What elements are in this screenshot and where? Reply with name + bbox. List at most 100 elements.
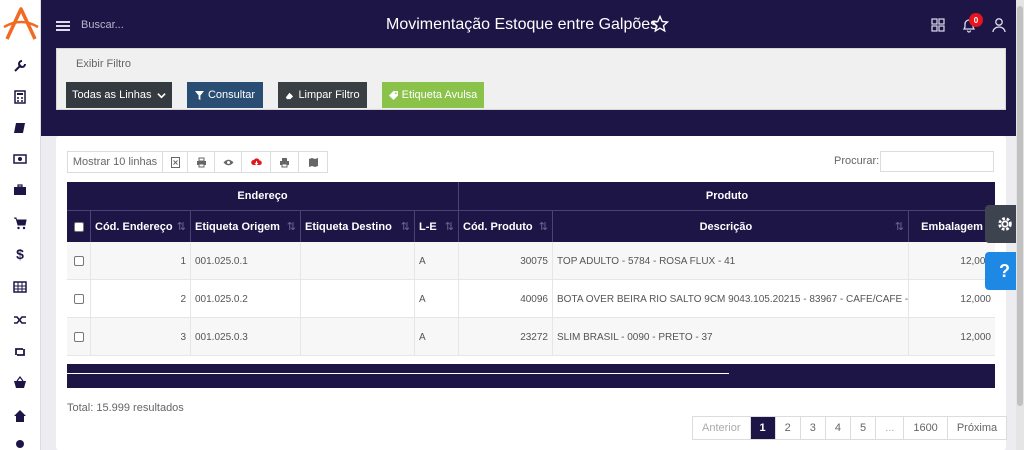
col-header-cod-produto[interactable]: Cód. Produto ⇅ [459,210,553,242]
lines-select[interactable]: Todas as Linhas [66,82,172,108]
sort-icon: ⇅ [538,221,548,233]
row-select-cell [67,280,91,318]
notification-count-badge: 0 [969,13,983,27]
basket-icon[interactable] [10,373,30,393]
cell-etiqueta-destino [301,318,415,356]
apps-grid-icon[interactable] [931,18,945,32]
col-header-etiqueta-destino[interactable]: Etiqueta Destino ⇅ [301,210,415,242]
loose-label-button[interactable]: Etiqueta Avulsa [382,82,484,108]
col-label: L-E [419,220,437,233]
horizontal-scrollbar[interactable] [67,364,995,388]
results-card: Mostrar 10 linhas Procurar: Endereço Pro… [56,136,1008,450]
user-profile-icon[interactable] [991,17,1007,33]
pagination-page[interactable]: 3 [800,417,826,439]
sidebar: $ [0,0,41,450]
col-header-descricao[interactable]: Descrição ⇅ [553,210,909,242]
cell-cod-produto: 23272 [459,318,553,356]
show-filter-toggle[interactable]: Exibir Filtro [76,58,131,70]
clear-filter-label: Limpar Filtro [298,89,360,101]
tag-icon [388,90,398,100]
pagination-next[interactable]: Próxima [947,417,1007,439]
show-rows-button[interactable]: Mostrar 10 linhas [68,152,163,172]
table-row[interactable]: 1 001.025.0.1 A 30075 TOP ADULTO - 5784 … [67,242,995,280]
table-search-input[interactable] [880,151,994,172]
row-select-cell [67,242,91,280]
cell-etiqueta-destino [301,242,415,280]
chevron-down-icon [157,92,166,98]
dollar-icon[interactable]: $ [10,244,30,264]
page-scrollbar-thumb[interactable] [1017,6,1023,406]
page-title: Movimentação Estoque entre Galpões [386,16,659,33]
shuffle-icon[interactable] [10,310,30,330]
global-search-input[interactable] [81,14,271,36]
app-logo[interactable] [3,5,39,43]
cell-le: A [415,318,459,356]
pagination-page[interactable]: 5 [851,417,877,439]
filter-panel: Exibir Filtro Todas as Linhas Consultar … [56,48,1006,110]
cart-icon[interactable] [10,213,30,233]
home-icon[interactable] [10,406,30,426]
pagination-page[interactable]: 2 [775,417,801,439]
table-row[interactable]: 3 001.025.0.3 A 23272 SLIM BRASIL - 0090… [67,318,995,356]
lines-select-value: Todas as Linhas [72,89,152,101]
cell-cod-endereco: 1 [91,242,191,280]
col-label: Cód. Endereço [95,220,173,233]
printer-icon[interactable] [271,152,299,172]
retweet-icon[interactable] [10,342,30,362]
book-icon[interactable] [10,118,30,138]
favorite-star-icon[interactable] [651,15,669,33]
wrench-icon[interactable] [10,56,30,76]
data-table: Endereço Produto Cód. Endereço ⇅ Etiqueta… [67,182,995,372]
col-label: Embalagem [921,220,983,233]
sort-icon: ⇅ [400,221,410,233]
table-row[interactable]: 2 001.025.0.2 A 40096 BOTA OVER BEIRA RI… [67,280,995,318]
table-header: Endereço Produto Cód. Endereço ⇅ Etiqueta… [67,182,995,242]
row-select-cell [67,318,91,356]
map-icon[interactable] [299,152,327,172]
cell-cod-produto: 30075 [459,242,553,280]
col-header-etiqueta-origem[interactable]: Etiqueta Origem ⇅ [191,210,301,242]
consultar-label: Consultar [207,89,256,101]
briefcase-icon[interactable] [10,180,30,200]
horizontal-scrollbar-thumb[interactable] [67,364,729,374]
cell-descricao: TOP ADULTO - 5784 - ROSA FLUX - 41 [553,242,909,280]
sort-icon: ⇅ [894,221,904,233]
col-header-embalagem[interactable]: Embalagem [909,210,995,242]
consultar-button[interactable]: Consultar [187,82,263,108]
pagination-page[interactable]: 1 [750,417,776,439]
clear-filter-button[interactable]: Limpar Filtro [278,82,367,108]
pin-icon[interactable] [10,436,30,450]
eye-icon[interactable] [215,152,242,172]
cell-embalagem: 12,000 [960,331,991,343]
cloud-download-icon[interactable] [242,152,271,172]
pagination-previous[interactable]: Anterior [693,417,751,439]
money-icon[interactable] [10,149,30,169]
col-header-le[interactable]: L-E ⇅ [415,210,459,242]
table-icon[interactable] [10,277,30,297]
table-body: 1 001.025.0.1 A 30075 TOP ADULTO - 5784 … [67,242,995,372]
loose-label-label: Etiqueta Avulsa [401,89,478,101]
cell-etiqueta-origem: 001.025.0.1 [191,242,301,280]
row-checkbox[interactable] [73,294,84,304]
col-label: Etiqueta Destino [305,220,392,233]
select-all-checkbox[interactable] [73,221,84,232]
group-header-endereco: Endereço [67,182,459,210]
cell-descricao: BOTA OVER BEIRA RIO SALTO 9CM 9043.105.2… [553,280,909,318]
eraser-icon [286,92,294,99]
group-header-produto: Produto [705,190,749,202]
pagination-page[interactable]: 1600 [904,417,948,439]
menu-icon[interactable] [55,18,71,34]
cell-descricao: SLIM BRASIL - 0090 - PRETO - 37 [553,318,909,356]
row-checkbox[interactable] [73,332,84,342]
export-excel-icon[interactable] [163,152,188,172]
cell-etiqueta-destino [301,280,415,318]
col-label: Descrição [699,220,753,233]
print-icon[interactable] [188,152,215,172]
calculator-icon[interactable] [10,87,30,107]
pagination-page[interactable]: 4 [825,417,852,439]
col-header-cod-endereco[interactable]: Cód. Endereço ⇅ [91,210,191,242]
table-search-label: Procurar: [834,155,880,167]
cell-cod-endereco: 2 [91,280,191,318]
pagination: Anterior 1 2 3 4 5 ... 1600 Próxima [692,416,1008,440]
row-checkbox[interactable] [73,256,84,266]
